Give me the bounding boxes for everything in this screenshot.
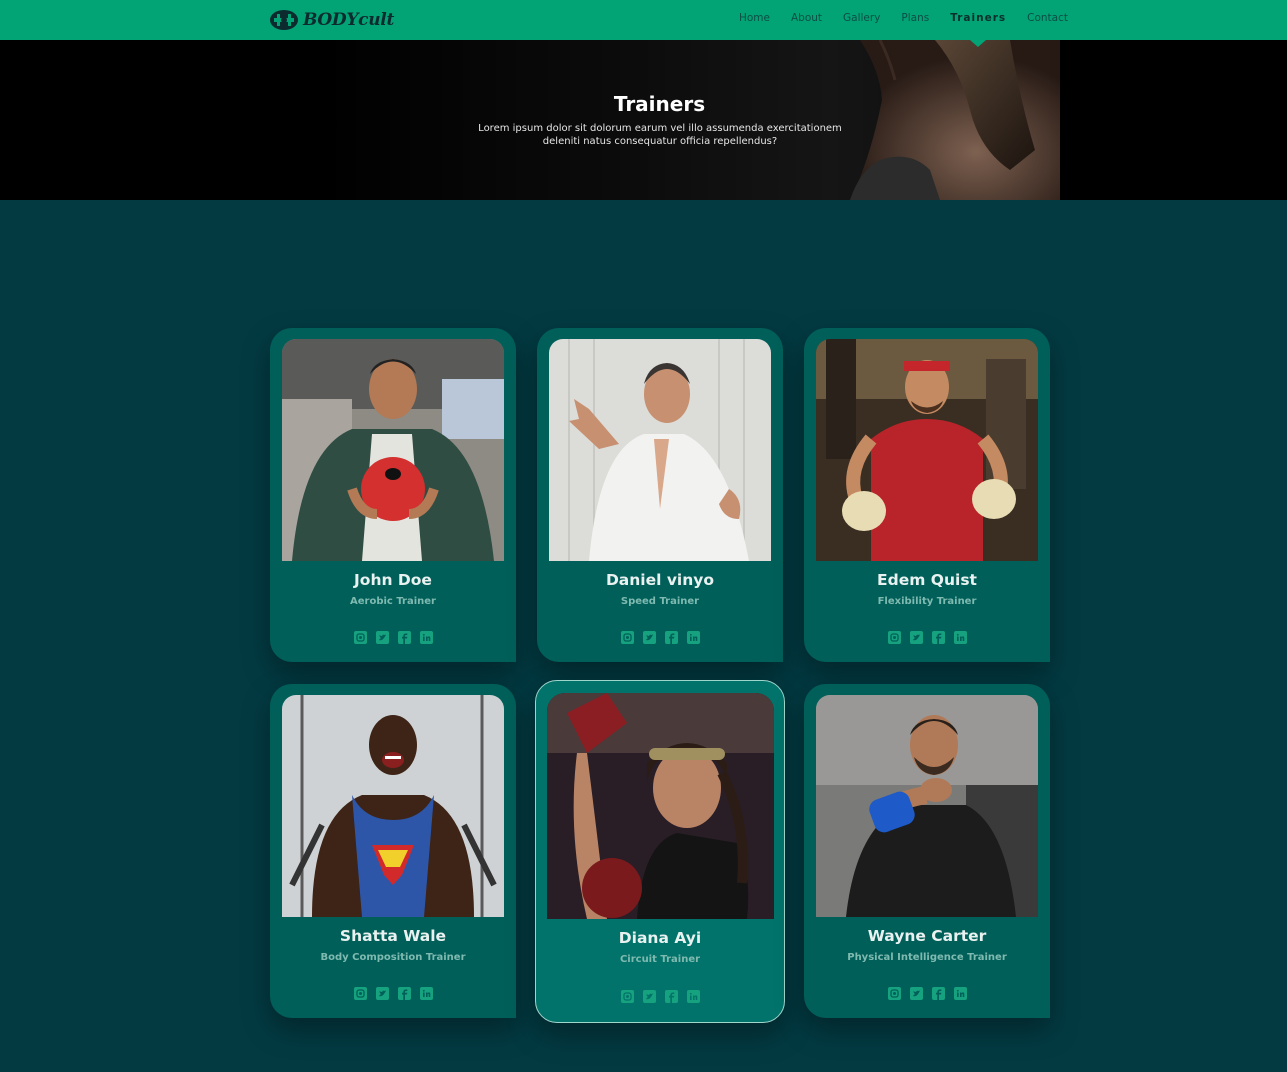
- trainer-name: Diana Ayi: [618, 929, 702, 947]
- social-links: [804, 987, 1050, 1000]
- trainer-name: Shatta Wale: [339, 927, 447, 945]
- trainer-role: Aerobic Trainer: [350, 596, 436, 607]
- trainer-name: Edem Quist: [877, 571, 977, 589]
- hero-banner: Trainers Lorem ipsum dolor sit dolorum e…: [0, 40, 1287, 200]
- trainer-role: Physical Intelligence Trainer: [847, 952, 1007, 963]
- linkedin-icon[interactable]: [953, 987, 967, 1000]
- social-links: [536, 990, 784, 1003]
- instagram-icon[interactable]: [887, 631, 901, 644]
- instagram-icon[interactable]: [620, 990, 634, 1003]
- trainer-card[interactable]: Wayne Carter Physical Intelligence Train…: [804, 684, 1050, 1018]
- social-links: [804, 631, 1050, 644]
- trainer-card[interactable]: Shatta Wale Body Composition Trainer: [270, 684, 516, 1018]
- hero-athlete-image: [850, 40, 1060, 200]
- nav-item-trainers[interactable]: Trainers: [950, 0, 1007, 47]
- subtitle-line-1: Lorem ipsum dolor sit dolorum earum vel …: [478, 123, 842, 134]
- brand-logo[interactable]: BODYcult: [269, 8, 394, 32]
- page-subtitle: Lorem ipsum dolor sit dolorum earum vel …: [455, 122, 865, 148]
- brand-name: BODYcult: [303, 10, 394, 30]
- trainer-name: Daniel vinyo: [605, 571, 715, 589]
- facebook-icon[interactable]: [931, 987, 945, 1000]
- facebook-icon[interactable]: [397, 987, 411, 1000]
- facebook-icon[interactable]: [664, 990, 678, 1003]
- trainer-card[interactable]: John Doe Aerobic Trainer: [270, 328, 516, 662]
- facebook-icon[interactable]: [664, 631, 678, 644]
- trainer-photo: [282, 339, 504, 561]
- trainer-card[interactable]: Edem Quist Flexibility Trainer: [804, 328, 1050, 662]
- instagram-icon[interactable]: [620, 631, 634, 644]
- nav-item-about[interactable]: About: [791, 0, 822, 40]
- instagram-icon[interactable]: [353, 631, 367, 644]
- dumbbell-icon: [270, 10, 298, 30]
- twitter-icon[interactable]: [909, 631, 923, 644]
- twitter-icon[interactable]: [909, 987, 923, 1000]
- instagram-icon[interactable]: [887, 987, 901, 1000]
- nav-item-home[interactable]: Home: [739, 0, 770, 40]
- trainer-role: Flexibility Trainer: [877, 596, 977, 607]
- trainer-name: John Doe: [354, 571, 432, 589]
- twitter-icon[interactable]: [642, 631, 656, 644]
- main-nav: Home About Gallery Plans Trainers Contac…: [739, 0, 1068, 47]
- nav-item-gallery[interactable]: Gallery: [843, 0, 880, 40]
- twitter-icon[interactable]: [642, 990, 656, 1003]
- active-indicator: [970, 40, 987, 47]
- trainer-photo: [816, 339, 1038, 561]
- trainer-card-active[interactable]: Diana Ayi Circuit Trainer: [535, 680, 785, 1023]
- nav-item-plans[interactable]: Plans: [901, 0, 929, 40]
- nav-item-contact[interactable]: Contact: [1027, 0, 1068, 40]
- trainer-card[interactable]: Daniel vinyo Speed Trainer: [537, 328, 783, 662]
- linkedin-icon[interactable]: [419, 631, 433, 644]
- linkedin-icon[interactable]: [686, 990, 700, 1003]
- trainer-role: Speed Trainer: [620, 596, 700, 607]
- navbar: BODYcult Home About Gallery Plans Traine…: [0, 0, 1287, 47]
- trainer-role: Circuit Trainer: [619, 954, 701, 965]
- twitter-icon[interactable]: [375, 987, 389, 1000]
- trainer-photo: [549, 339, 771, 561]
- social-links: [537, 631, 783, 644]
- trainer-name: Wayne Carter: [867, 927, 987, 945]
- trainer-photo: [547, 693, 774, 919]
- facebook-icon[interactable]: [397, 631, 411, 644]
- twitter-icon[interactable]: [375, 631, 389, 644]
- page-title: Trainers: [613, 92, 706, 116]
- trainer-photo: [816, 695, 1038, 917]
- social-links: [270, 987, 516, 1000]
- subtitle-line-2: deleniti natus consequatur officia repel…: [542, 136, 778, 147]
- trainer-role: Body Composition Trainer: [320, 952, 466, 963]
- linkedin-icon[interactable]: [419, 987, 433, 1000]
- social-links: [270, 631, 516, 644]
- instagram-icon[interactable]: [353, 987, 367, 1000]
- trainer-photo: [282, 695, 504, 917]
- linkedin-icon[interactable]: [686, 631, 700, 644]
- linkedin-icon[interactable]: [953, 631, 967, 644]
- nav-item-trainers-label: Trainers: [950, 12, 1007, 24]
- facebook-icon[interactable]: [931, 631, 945, 644]
